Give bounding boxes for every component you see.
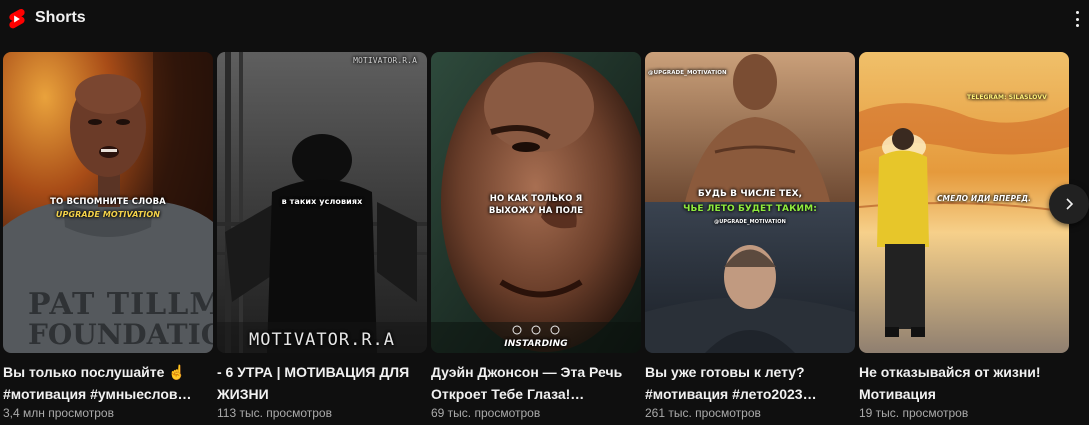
short-thumbnail-3[interactable]: НО КАК ТОЛЬКО Я ВЫХОЖУ НА ПОЛЕ INSTARDIN… (431, 52, 641, 353)
watermark-bottom: MOTIVATOR.R.A (248, 330, 396, 350)
overlay-caption: в таких условиях (281, 197, 363, 206)
short-title[interactable]: Дуэйн Джонсон — Эта Речь Откроет Тебе Гл… (431, 361, 639, 405)
short-thumbnail-4[interactable]: @UPGRADE_MOTIVATION БУДЬ В ЧИСЛЕ ТЕХ, ЧЬ… (645, 52, 855, 353)
view-count: 19 тыс. просмотров (859, 406, 969, 420)
shorts-shelf: PAT TILLMAN FOUNDATION ТО ВСПОМНИТЕ СЛОВ… (0, 52, 1089, 425)
overlay-caption: СМЕЛО ИДИ ВПЕРЕД. (936, 194, 1032, 203)
short-title[interactable]: Не отказывайся от жизни! Мотивация (859, 361, 1067, 405)
short-card-4[interactable]: @UPGRADE_MOTIVATION БУДЬ В ЧИСЛЕ ТЕХ, ЧЬ… (645, 52, 855, 425)
svg-text:FOUNDATION: FOUNDATION (28, 318, 213, 351)
short-card-5[interactable]: TELEGRAM: SILASLOVV СМЕЛО ИДИ ВПЕРЕД. Не… (859, 52, 1069, 425)
chevron-right-icon (1066, 198, 1074, 210)
overlay-logo: UPGRADE MOTIVATION (55, 210, 161, 219)
short-thumbnail-2[interactable]: MOTIVATOR.R.A в таких условиях MOTIVATOR… (217, 52, 427, 353)
view-count: 113 тыс. просмотров (217, 406, 332, 420)
youtube-shorts-icon[interactable] (6, 8, 26, 30)
short-thumbnail-5[interactable]: TELEGRAM: SILASLOVV СМЕЛО ИДИ ВПЕРЕД. (859, 52, 1069, 353)
short-card-3[interactable]: НО КАК ТОЛЬКО Я ВЫХОЖУ НА ПОЛЕ INSTARDIN… (431, 52, 641, 425)
overlay-caption: ТО ВСПОМНИТЕ СЛОВА (50, 197, 166, 207)
next-button[interactable] (1049, 184, 1089, 224)
short-title[interactable]: Вы только послушайте ☝️ #мотивация #умны… (3, 361, 211, 405)
svg-text:PAT TILLMAN: PAT TILLMAN (28, 287, 213, 322)
short-title[interactable]: Вы уже готовы к лету? #мотивация #лето20… (645, 361, 853, 405)
view-count: 261 тыс. просмотров (645, 406, 761, 420)
view-count: 69 тыс. просмотров (431, 406, 541, 420)
view-count: 3,4 млн просмотров (3, 406, 114, 420)
short-card-2[interactable]: MOTIVATOR.R.A в таких условиях MOTIVATOR… (217, 52, 427, 425)
overlay-tag: TELEGRAM: SILASLOVV (967, 94, 1047, 101)
overlay-caption: НО КАК ТОЛЬКО Я ВЫХОЖУ НА ПОЛЕ (488, 194, 584, 216)
more-vertical-icon[interactable] (1070, 9, 1084, 29)
short-title[interactable]: - 6 УТРА | МОТИВАЦИЯ ДЛЯ ЖИЗНИ (217, 361, 425, 405)
short-card-1[interactable]: PAT TILLMAN FOUNDATION ТО ВСПОМНИТЕ СЛОВ… (3, 52, 213, 425)
overlay-line-1: БУДЬ В ЧИСЛЕ ТЕХ, (697, 189, 803, 199)
handle-top: @UPGRADE_MOTIVATION (648, 70, 727, 76)
handle-mid: @UPGRADE_MOTIVATION (714, 219, 786, 225)
short-thumbnail-1[interactable]: PAT TILLMAN FOUNDATION ТО ВСПОМНИТЕ СЛОВ… (3, 52, 213, 353)
overlay-line-2: ЧЬЕ ЛЕТО БУДЕТ ТАКИМ: (683, 204, 817, 214)
section-title: Shorts (35, 9, 86, 26)
watermark: INSTARDING (504, 339, 568, 349)
watermark-top: MOTIVATOR.R.A (353, 56, 417, 65)
thumbnail-image (645, 52, 855, 353)
shelf-header: Shorts (0, 0, 1089, 36)
